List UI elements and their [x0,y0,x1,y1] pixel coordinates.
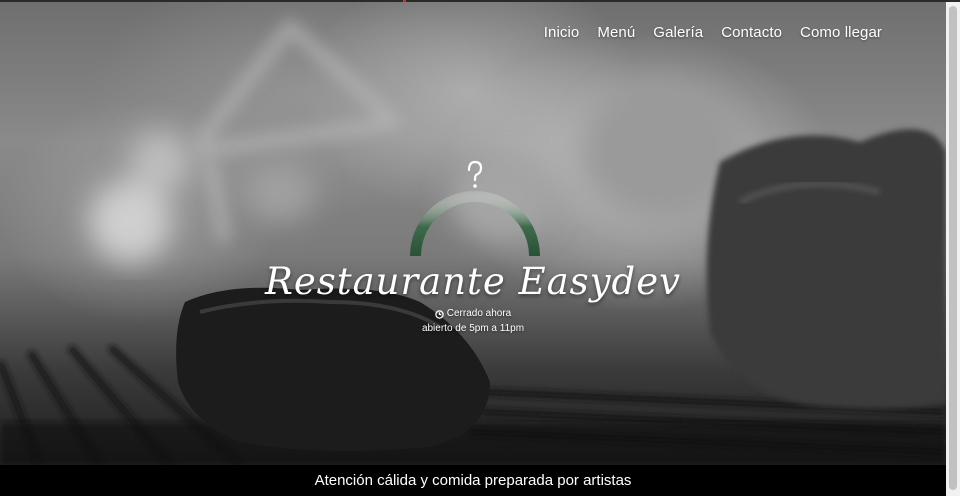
top-accent-mark [403,0,406,2]
status-text: Cerrado ahora [446,308,512,319]
restaurant-title: Restaurante Easydev [264,260,682,303]
nav-como-llegar[interactable]: Como llegar [800,24,882,41]
clock-icon [435,309,444,319]
nav-inicio[interactable]: Inicio [544,24,580,41]
page-scrollbar[interactable] [946,2,960,496]
opening-status: Cerrado ahora abierto de 5pm a 11pm [0,306,946,336]
tagline-bar: Atención cálida y comida preparada por a… [0,465,946,496]
top-border [0,0,960,2]
tagline-text: Atención cálida y comida preparada por a… [314,472,632,489]
hero-section: Inicio Menú Galería Contacto Como llegar… [0,2,946,465]
nav-contacto[interactable]: Contacto [721,24,782,41]
main-nav: Inicio Menú Galería Contacto Como llegar [544,24,882,41]
cloche-icon [405,160,545,260]
scrollbar-thumb[interactable] [949,6,957,490]
nav-galeria[interactable]: Galería [653,24,703,41]
nav-menu[interactable]: Menú [597,24,635,41]
opening-hours: abierto de 5pm a 11pm [421,323,525,334]
